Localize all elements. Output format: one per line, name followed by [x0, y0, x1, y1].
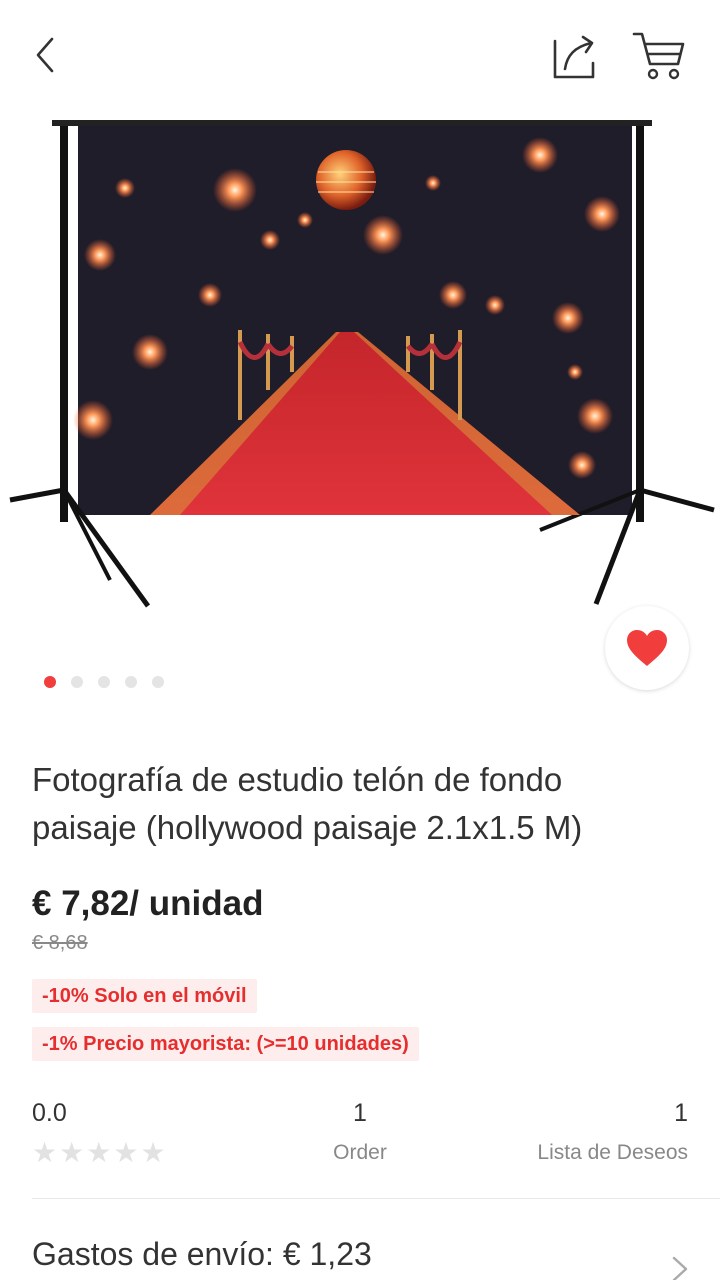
pager-dot[interactable]	[152, 676, 164, 688]
cart-icon	[632, 32, 685, 80]
promo-badge-mobile: -10% Solo en el móvil	[32, 979, 257, 1013]
pager-dot[interactable]	[98, 676, 110, 688]
orders-label: Order	[333, 1141, 387, 1164]
star-icon: ★	[113, 1137, 139, 1168]
pager-dot[interactable]	[71, 676, 83, 688]
orders-count: 1	[353, 1099, 367, 1127]
product-stats: 0.0 ★ ★ ★ ★ ★ 1 Order 1 Lista de Deseos	[32, 1095, 688, 1175]
wishlist-label: Lista de Deseos	[537, 1141, 688, 1164]
backdrop-illustration	[9, 120, 715, 608]
image-pager[interactable]	[44, 676, 164, 688]
top-bar	[0, 0, 720, 110]
pager-dot[interactable]	[125, 676, 137, 688]
product-title: Fotografía de estudio telón de fondo pai…	[32, 761, 583, 846]
promo-badge-wholesale[interactable]: -1% Precio mayorista: (>=10 unidades)	[32, 1027, 419, 1061]
pager-dot-active[interactable]	[44, 676, 56, 688]
cart-button[interactable]	[628, 26, 688, 86]
chevron-left-icon	[36, 37, 54, 73]
heart-icon	[627, 630, 667, 666]
chevron-right-icon[interactable]	[666, 1254, 692, 1280]
product-price: € 7,82/ unidad	[32, 884, 264, 923]
star-icon: ★	[140, 1137, 166, 1168]
rating-stars: ★ ★ ★ ★ ★	[32, 1139, 166, 1167]
back-button[interactable]	[22, 30, 66, 80]
divider	[32, 1198, 720, 1199]
product-image[interactable]	[0, 110, 720, 640]
original-price: € 8,68	[32, 932, 88, 954]
share-icon	[553, 35, 595, 79]
star-icon: ★	[86, 1137, 112, 1168]
star-icon: ★	[59, 1137, 85, 1168]
star-icon: ★	[32, 1137, 58, 1168]
favorite-button[interactable]	[605, 606, 689, 690]
wishlist-count: 1	[674, 1099, 688, 1127]
share-button[interactable]	[546, 28, 602, 84]
rating-value: 0.0	[32, 1099, 67, 1127]
shipping-cost[interactable]: Gastos de envío: € 1,23	[32, 1236, 372, 1273]
